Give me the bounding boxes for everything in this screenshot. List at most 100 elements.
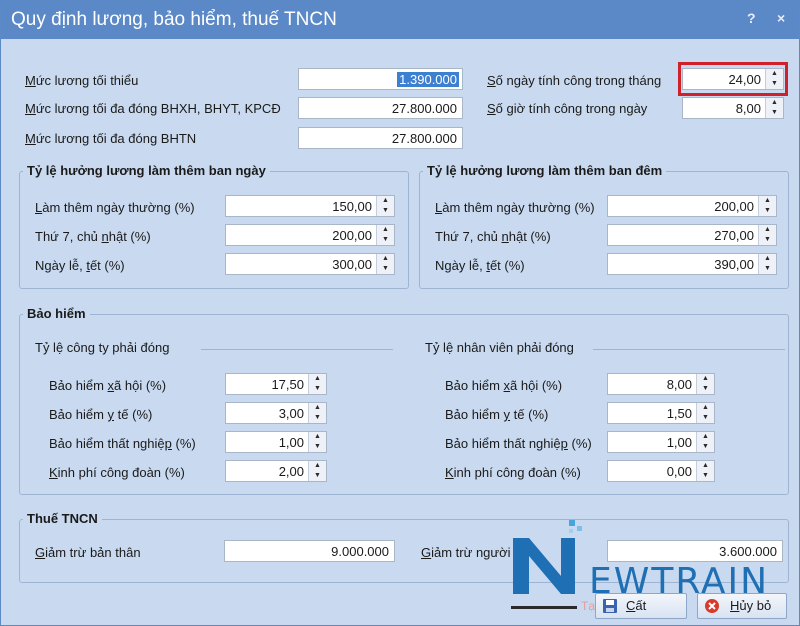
work-hours-label: Số giờ tính công trong ngày [487,101,648,116]
ot-day-holiday-spinner[interactable]: ▲ ▼ [376,254,394,274]
save-button[interactable]: Cất [595,593,687,619]
ot-night-weekend-spinner[interactable]: ▲ ▼ [758,225,776,245]
newtrain-logo-icon [513,520,582,594]
company-bhyt-spinner[interactable]: ▲ ▼ [308,403,326,423]
spin-down-icon[interactable]: ▼ [309,442,326,452]
spin-down-icon[interactable]: ▼ [377,235,394,245]
spin-up-icon[interactable]: ▲ [309,432,326,442]
ot-night-weekend-label: Thứ 7, chủ nhật (%) [435,229,551,244]
spin-up-icon[interactable]: ▲ [309,403,326,413]
spin-up-icon[interactable]: ▲ [759,254,776,264]
employee-bhyt-field[interactable]: 1,50 ▲ ▼ [607,402,715,424]
employee-kpcd-spinner[interactable]: ▲ ▼ [696,461,714,481]
logo-underline [511,606,577,609]
spin-down-icon[interactable]: ▼ [377,206,394,216]
ot-night-weekend-field[interactable]: 270,00 ▲ ▼ [607,224,777,246]
ot-day-holiday-field[interactable]: 300,00 ▲ ▼ [225,253,395,275]
spin-down-icon[interactable]: ▼ [697,471,714,481]
min-wage-field[interactable]: 1.390.000 [298,68,463,90]
red-highlight-box [678,62,788,96]
tax-self-label: Giảm trừ bản thân [35,545,141,560]
spin-down-icon[interactable]: ▼ [759,235,776,245]
ot-day-weekend-spinner[interactable]: ▲ ▼ [376,225,394,245]
employee-bhtn-field[interactable]: 1,00 ▲ ▼ [607,431,715,453]
tax-self-field[interactable]: 9.000.000 [224,540,395,562]
floppy-disk-icon [603,599,617,613]
company-bhyt-field[interactable]: 3,00 ▲ ▼ [225,402,327,424]
spin-up-icon[interactable]: ▲ [766,98,783,108]
spin-down-icon[interactable]: ▼ [759,206,776,216]
salary-settings-dialog: Quy định lương, bảo hiểm, thuế TNCN ? × … [0,0,800,626]
company-bhtn-spinner[interactable]: ▲ ▼ [308,432,326,452]
spin-up-icon[interactable]: ▲ [697,432,714,442]
employee-bhxh-label: Bảo hiểm xã hội (%) [445,378,563,393]
ot-night-holiday-label: Ngày lễ, tết (%) [435,258,525,273]
spin-down-icon[interactable]: ▼ [697,442,714,452]
employee-bhxh-field[interactable]: 8,00 ▲ ▼ [607,373,715,395]
spin-up-icon[interactable]: ▲ [377,254,394,264]
insurance-title: Bảo hiểm [23,306,90,321]
spin-down-icon[interactable]: ▼ [766,108,783,118]
spin-down-icon[interactable]: ▼ [309,384,326,394]
spin-down-icon[interactable]: ▼ [377,264,394,274]
max-bhtn-label: Mức lương tối đa đóng BHTN [25,131,197,146]
employee-bhtn-spinner[interactable]: ▲ ▼ [696,432,714,452]
overtime-night-title: Tỷ lệ hưởng lương làm thêm ban đêm [423,163,667,178]
work-hours-spinner[interactable]: ▲ ▼ [765,98,783,118]
employee-kpcd-field[interactable]: 0,00 ▲ ▼ [607,460,715,482]
spin-down-icon[interactable]: ▼ [309,471,326,481]
employee-header-line [593,349,785,350]
ot-night-weekday-field[interactable]: 200,00 ▲ ▼ [607,195,777,217]
spin-up-icon[interactable]: ▲ [697,374,714,384]
spin-down-icon[interactable]: ▼ [309,413,326,423]
employee-bhxh-spinner[interactable]: ▲ ▼ [696,374,714,394]
ot-day-weekend-field[interactable]: 200,00 ▲ ▼ [225,224,395,246]
max-bhtn-field[interactable]: 27.800.000 [298,127,463,149]
work-hours-field[interactable]: 8,00 ▲ ▼ [682,97,784,119]
tax-dependent-field[interactable]: 3.600.000 [607,540,783,562]
ot-night-weekday-spinner[interactable]: ▲ ▼ [758,196,776,216]
spin-down-icon[interactable]: ▼ [697,413,714,423]
ot-day-weekend-label: Thứ 7, chủ nhật (%) [35,229,151,244]
ot-night-weekday-label: Làm thêm ngày thường (%) [435,200,595,215]
spin-up-icon[interactable]: ▲ [697,461,714,471]
company-bhtn-field[interactable]: 1,00 ▲ ▼ [225,431,327,453]
ot-day-weekday-field[interactable]: 150,00 ▲ ▼ [225,195,395,217]
employee-kpcd-label: Kinh phí công đoàn (%) [445,465,581,480]
ot-day-weekday-label: Làm thêm ngày thường (%) [35,200,195,215]
company-kpcd-label: Kinh phí công đoàn (%) [49,465,185,480]
employee-bhyt-label: Bảo hiểm y tế (%) [445,407,549,422]
employee-rate-header: Tỷ lệ nhân viên phải đóng [425,340,574,355]
tax-dependent-label: Giảm trừ người [421,545,511,560]
max-bhxh-label: Mức lương tối đa đóng BHXH, BHYT, KPCĐ [25,101,281,116]
company-kpcd-spinner[interactable]: ▲ ▼ [308,461,326,481]
help-button[interactable]: ? [747,10,756,26]
spin-down-icon[interactable]: ▼ [759,264,776,274]
company-rate-header: Tỷ lệ công ty phải đóng [35,340,170,355]
spin-up-icon[interactable]: ▲ [309,374,326,384]
spin-up-icon[interactable]: ▲ [377,196,394,206]
close-button[interactable]: × [777,10,785,26]
cancel-icon [705,599,719,613]
company-kpcd-field[interactable]: 2,00 ▲ ▼ [225,460,327,482]
company-bhxh-spinner[interactable]: ▲ ▼ [308,374,326,394]
spin-down-icon[interactable]: ▼ [697,384,714,394]
ot-night-holiday-spinner[interactable]: ▲ ▼ [758,254,776,274]
max-bhxh-field[interactable]: 27.800.000 [298,97,463,119]
company-bhxh-field[interactable]: 17,50 ▲ ▼ [225,373,327,395]
min-wage-label: Mức lương tối thiểu [25,73,139,88]
ot-day-weekday-spinner[interactable]: ▲ ▼ [376,196,394,216]
spin-up-icon[interactable]: ▲ [309,461,326,471]
dialog-title: Quy định lương, bảo hiểm, thuế TNCN [11,9,337,30]
overtime-day-title: Tỷ lệ hưởng lương làm thêm ban ngày [23,163,270,178]
ot-night-holiday-field[interactable]: 390,00 ▲ ▼ [607,253,777,275]
spin-up-icon[interactable]: ▲ [697,403,714,413]
work-days-label: Số ngày tính công trong tháng [487,73,662,88]
employee-bhyt-spinner[interactable]: ▲ ▼ [696,403,714,423]
cancel-button[interactable]: Hủy bỏ [697,593,787,619]
company-bhtn-label: Bảo hiểm thất nghiệp (%) [49,436,196,451]
spin-up-icon[interactable]: ▲ [759,225,776,235]
spin-up-icon[interactable]: ▲ [377,225,394,235]
spin-up-icon[interactable]: ▲ [759,196,776,206]
tax-title: Thuế TNCN [23,511,102,526]
